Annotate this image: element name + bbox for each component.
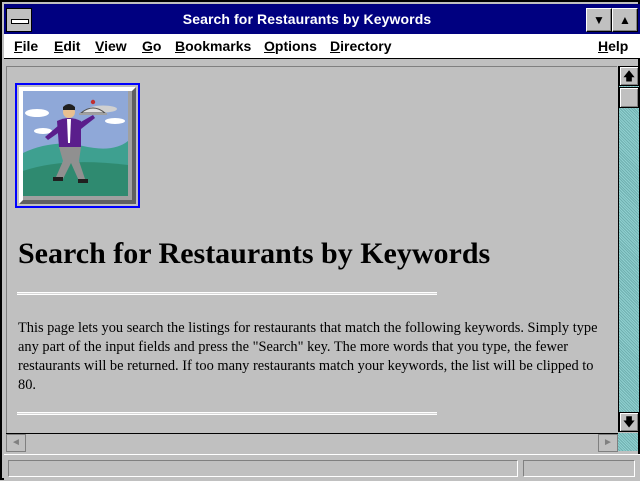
scroll-thumb[interactable] [619, 87, 639, 108]
menu-view-label: iew [104, 38, 127, 54]
menu-go-label: o [152, 38, 162, 54]
waiter-icon [23, 91, 128, 196]
menu-go-accel: G [142, 38, 153, 54]
menu-help[interactable]: Help [598, 38, 628, 54]
arrow-left-icon: ◄ [11, 437, 21, 448]
horizontal-rule [17, 412, 437, 415]
scroll-up-button[interactable]: 🡅 [619, 66, 639, 86]
menu-help-accel: H [598, 38, 609, 54]
vertical-scrollbar[interactable]: 🡅 🡇 [618, 66, 639, 432]
horizontal-rule [17, 292, 437, 295]
menu-file-accel: F [14, 38, 23, 54]
menu-bookmarks[interactable]: Bookmarks [175, 38, 251, 54]
minimize-button[interactable]: ▼ [586, 8, 612, 32]
menu-options[interactable]: Options [264, 38, 317, 54]
page-description: This page lets you search the listings f… [18, 320, 598, 393]
status-message [8, 460, 518, 477]
menu-view[interactable]: View [95, 38, 127, 54]
arrow-down-icon: 🡇 [622, 415, 636, 429]
arrow-up-icon: 🡅 [622, 69, 636, 83]
menu-help-label: elp [608, 38, 629, 54]
system-menu-button[interactable] [6, 8, 32, 32]
menu-bookmarks-accel: B [175, 38, 186, 54]
menu-options-label: ptions [274, 38, 317, 54]
page-title: Search for Restaurants by Keywords [18, 237, 491, 270]
menu-bar: File Edit View Go Bookmarks Options Dire… [4, 34, 640, 59]
menu-bookmarks-label: ookmarks [185, 38, 252, 54]
scroll-right-button[interactable]: ► [598, 434, 618, 452]
progress-indicator [523, 460, 635, 477]
menu-edit[interactable]: Edit [54, 38, 80, 54]
arrow-right-icon: ► [603, 437, 613, 448]
menu-directory[interactable]: Directory [330, 38, 391, 54]
menu-directory-label: irectory [340, 38, 392, 54]
menu-edit-accel: E [54, 38, 64, 54]
scroll-down-button[interactable]: 🡇 [619, 412, 639, 432]
horizontal-scrollbar[interactable]: ◄ ► [6, 433, 618, 452]
menu-directory-accel: D [330, 38, 341, 54]
title-bar[interactable]: Search for Restaurants by Keywords ▼ ▲ [4, 4, 640, 34]
menu-go[interactable]: Go [142, 38, 161, 54]
browser-window: Search for Restaurants by Keywords ▼ ▲ F… [0, 0, 640, 481]
menu-options-accel: O [264, 38, 275, 54]
status-bar [4, 454, 640, 481]
scrollbar-corner [618, 433, 638, 451]
menu-view-accel: V [95, 38, 105, 54]
page-content: Search for Restaurants by Keywords This … [6, 66, 617, 433]
menu-edit-label: dit [63, 38, 81, 54]
waiter-image [19, 87, 136, 204]
menu-file[interactable]: File [14, 38, 38, 54]
maximize-button[interactable]: ▲ [612, 8, 638, 32]
window-title: Search for Restaurants by Keywords [182, 11, 432, 27]
scroll-left-button[interactable]: ◄ [6, 434, 26, 452]
logo-link[interactable] [15, 83, 140, 208]
menu-file-label: ile [22, 38, 39, 54]
